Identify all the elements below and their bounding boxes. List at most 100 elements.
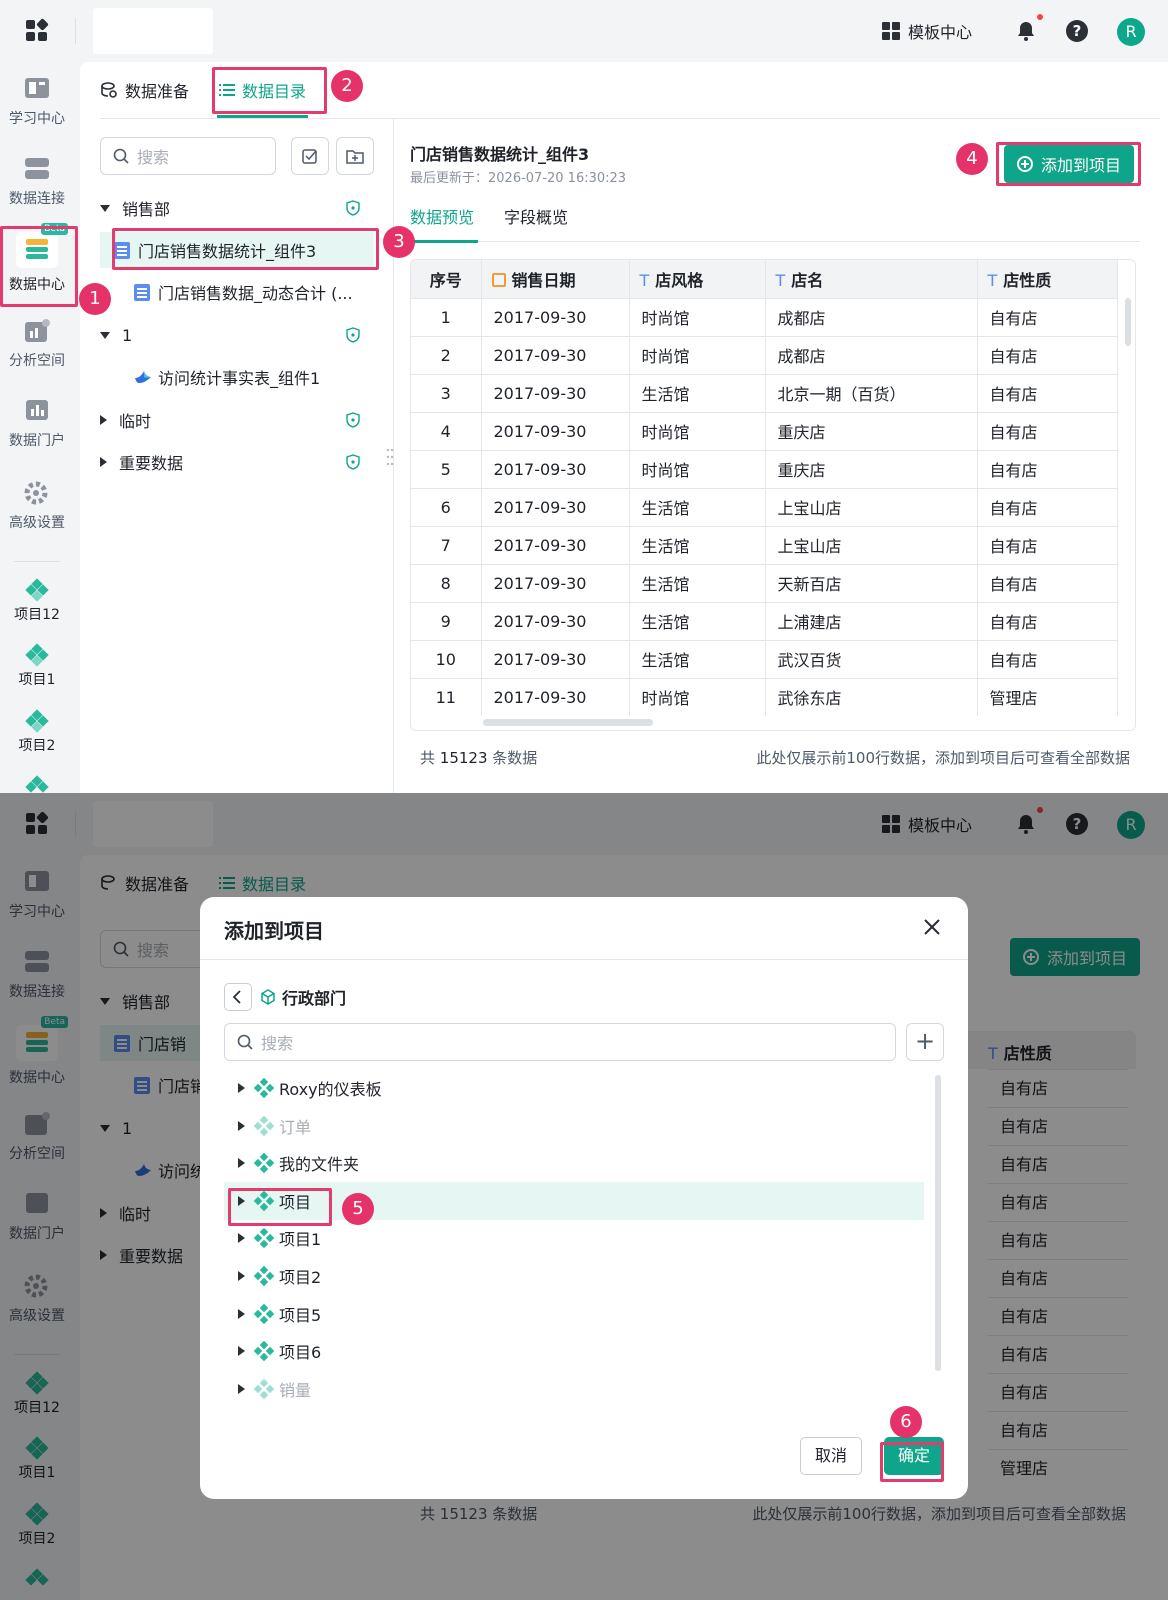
tree-item-visit-stats[interactable]: 访问统计事实表_组件1 bbox=[100, 359, 374, 395]
project-list-item[interactable]: Roxy的仪表板 bbox=[224, 1069, 924, 1107]
sidebar-item-data-center[interactable]: Beta 数据中心 bbox=[0, 223, 74, 294]
sidebar-item-data-connection[interactable]: 数据连接 bbox=[0, 156, 74, 208]
resize-handle-icon[interactable] bbox=[386, 447, 394, 467]
project-icon bbox=[253, 1152, 275, 1174]
dialog-divider bbox=[200, 959, 968, 960]
project-list-item[interactable]: 项目 bbox=[224, 1181, 924, 1220]
sidebar-project-2[interactable]: 项目2 bbox=[0, 709, 74, 755]
sidebar-item-label: 数据中心 bbox=[9, 277, 65, 293]
table-row[interactable]: 10 2017-09-30 生活馆 武汉百货 自有店 bbox=[411, 639, 1118, 678]
table-row[interactable]: 3 2017-09-30 生活馆 北京一期（百货） 自有店 bbox=[411, 373, 1118, 412]
project-list-item[interactable]: 我的文件夹 bbox=[224, 1144, 924, 1182]
table-row[interactable]: 7 2017-09-30 生活馆 上宝山店 自有店 bbox=[411, 525, 1118, 564]
project-list-item[interactable]: 销量 bbox=[224, 1370, 924, 1408]
table-cell: 2017-09-30 bbox=[481, 563, 630, 602]
tab-label: 数据目录 bbox=[242, 82, 307, 101]
sidebar: 学习中心 数据连接 Beta 数据中心 分析空间 数据门户 高级设置 项目12 bbox=[0, 62, 78, 793]
cancel-button[interactable]: 取消 bbox=[800, 1437, 862, 1475]
breadcrumb-label: 行政部门 bbox=[282, 989, 347, 1008]
table-row[interactable]: 11 2017-09-30 时尚馆 武徐东店 管理店 bbox=[411, 677, 1118, 716]
project-list-item[interactable]: 订单 bbox=[224, 1107, 924, 1145]
col-header[interactable]: T 店名 bbox=[765, 260, 978, 298]
catalog-tree-panel: 搜索 销售部 门店销售数据统计_组件3 门店销售数据_动态合计 (... 1 访… bbox=[80, 119, 394, 793]
project-icon bbox=[25, 643, 49, 667]
project-list-item[interactable]: 项目5 bbox=[224, 1295, 924, 1333]
caret-right-icon[interactable] bbox=[238, 1346, 245, 1357]
back-button[interactable] bbox=[224, 983, 252, 1011]
avatar[interactable]: R bbox=[1117, 18, 1145, 46]
caret-right-icon[interactable] bbox=[238, 1195, 245, 1206]
tab-data-catalog[interactable]: 数据目录 bbox=[217, 62, 309, 118]
caret-right-icon[interactable] bbox=[238, 1158, 245, 1169]
sidebar-project-12[interactable]: 项目12 bbox=[0, 578, 74, 624]
tab-data-prep[interactable]: 数据准备 bbox=[100, 62, 189, 118]
caret-right-icon[interactable] bbox=[238, 1120, 245, 1131]
search-icon bbox=[237, 1034, 253, 1050]
caret-down-icon[interactable] bbox=[100, 204, 110, 212]
caret-right-icon[interactable] bbox=[100, 415, 107, 425]
new-folder-button[interactable] bbox=[336, 137, 374, 175]
close-icon[interactable] bbox=[922, 917, 942, 937]
project-label: 我的文件夹 bbox=[279, 1155, 360, 1175]
caret-right-icon[interactable] bbox=[238, 1233, 245, 1244]
table-cell: 生活馆 bbox=[629, 601, 766, 640]
help-icon[interactable]: ? bbox=[1066, 20, 1088, 42]
project-list-item[interactable]: 项目6 bbox=[224, 1332, 924, 1370]
app-menu-icon[interactable] bbox=[26, 18, 49, 42]
col-header[interactable]: 销售日期 bbox=[481, 260, 630, 298]
project-list-item[interactable]: 项目2 bbox=[224, 1257, 924, 1295]
template-center-button[interactable]: 模板中心 bbox=[882, 18, 972, 44]
tree-folder-sales[interactable]: 销售部 bbox=[100, 190, 374, 226]
tree-item-store-sales-dynamic[interactable]: 门店销售数据_动态合计 (... bbox=[100, 274, 374, 310]
multi-select-button[interactable] bbox=[291, 137, 329, 175]
confirm-button[interactable]: 确定 bbox=[884, 1437, 944, 1475]
project-icon bbox=[253, 1115, 275, 1136]
caret-right-icon[interactable] bbox=[238, 1271, 245, 1281]
table-row[interactable]: 6 2017-09-30 生活馆 上宝山店 自有店 bbox=[411, 487, 1118, 526]
vertical-scrollbar[interactable] bbox=[1125, 298, 1131, 346]
table-row[interactable]: 2 2017-09-30 时尚馆 成都店 自有店 bbox=[411, 335, 1118, 374]
caret-right-icon[interactable] bbox=[238, 1383, 245, 1394]
add-to-project-button[interactable]: 添加到项目 bbox=[1004, 145, 1134, 183]
sidebar-item-analysis[interactable]: 分析空间 bbox=[0, 318, 74, 370]
sidebar-item-settings[interactable]: 高级设置 bbox=[0, 480, 74, 532]
search-input[interactable]: 搜索 bbox=[100, 137, 276, 175]
table-cell: 5 bbox=[411, 449, 482, 488]
sidebar-item-portal[interactable]: 数据门户 bbox=[0, 398, 74, 450]
table-cell: 管理店 bbox=[977, 677, 1118, 716]
table-row[interactable]: 1 2017-09-30 时尚馆 成都店 自有店 bbox=[411, 297, 1118, 336]
tree-item-store-sales-3[interactable]: 门店销售数据统计_组件3 bbox=[100, 232, 374, 268]
tab-data-preview[interactable]: 数据预览 bbox=[405, 194, 479, 243]
caret-right-icon[interactable] bbox=[100, 457, 107, 467]
table-row[interactable]: 8 2017-09-30 生活馆 天新百店 自有店 bbox=[411, 563, 1118, 602]
caret-right-icon[interactable] bbox=[238, 1083, 245, 1093]
vertical-scrollbar[interactable] bbox=[935, 1075, 941, 1371]
project-list-item[interactable]: 项目1 bbox=[224, 1219, 924, 1257]
project-icon bbox=[253, 1265, 275, 1287]
col-header[interactable]: T 店风格 bbox=[629, 260, 766, 298]
sidebar-item-learning[interactable]: 学习中心 bbox=[0, 76, 74, 128]
table-cell: 上宝山店 bbox=[765, 525, 978, 564]
dialog-search-input[interactable]: 搜索 bbox=[224, 1023, 896, 1061]
col-header[interactable]: T 店性质 bbox=[977, 260, 1118, 298]
horizontal-scrollbar[interactable] bbox=[483, 719, 653, 726]
col-header[interactable]: 序号 bbox=[411, 260, 482, 298]
server-icon bbox=[23, 156, 51, 182]
tree-label: 销售部 bbox=[122, 200, 171, 219]
tab-field-overview[interactable]: 字段概览 bbox=[504, 194, 568, 242]
table-row[interactable]: 9 2017-09-30 生活馆 上浦建店 自有店 bbox=[411, 601, 1118, 640]
project-icon bbox=[253, 1340, 275, 1362]
sidebar-project-more[interactable] bbox=[0, 775, 74, 793]
caret-right-icon[interactable] bbox=[238, 1308, 245, 1319]
tree-folder-1[interactable]: 1 bbox=[100, 317, 374, 353]
table-cell: 自有店 bbox=[977, 563, 1118, 602]
table-row[interactable]: 4 2017-09-30 时尚馆 重庆店 自有店 bbox=[411, 411, 1118, 450]
sidebar-project-1[interactable]: 项目1 bbox=[0, 643, 74, 689]
bell-icon[interactable] bbox=[1014, 19, 1038, 43]
add-folder-button[interactable]: + bbox=[906, 1023, 944, 1061]
tree-folder-temp[interactable]: 临时 bbox=[100, 402, 374, 438]
table-cell: 2017-09-30 bbox=[481, 373, 630, 412]
caret-down-icon[interactable] bbox=[100, 331, 110, 339]
table-row[interactable]: 5 2017-09-30 时尚馆 重庆店 自有店 bbox=[411, 449, 1118, 488]
tree-folder-important[interactable]: 重要数据 bbox=[100, 444, 374, 480]
